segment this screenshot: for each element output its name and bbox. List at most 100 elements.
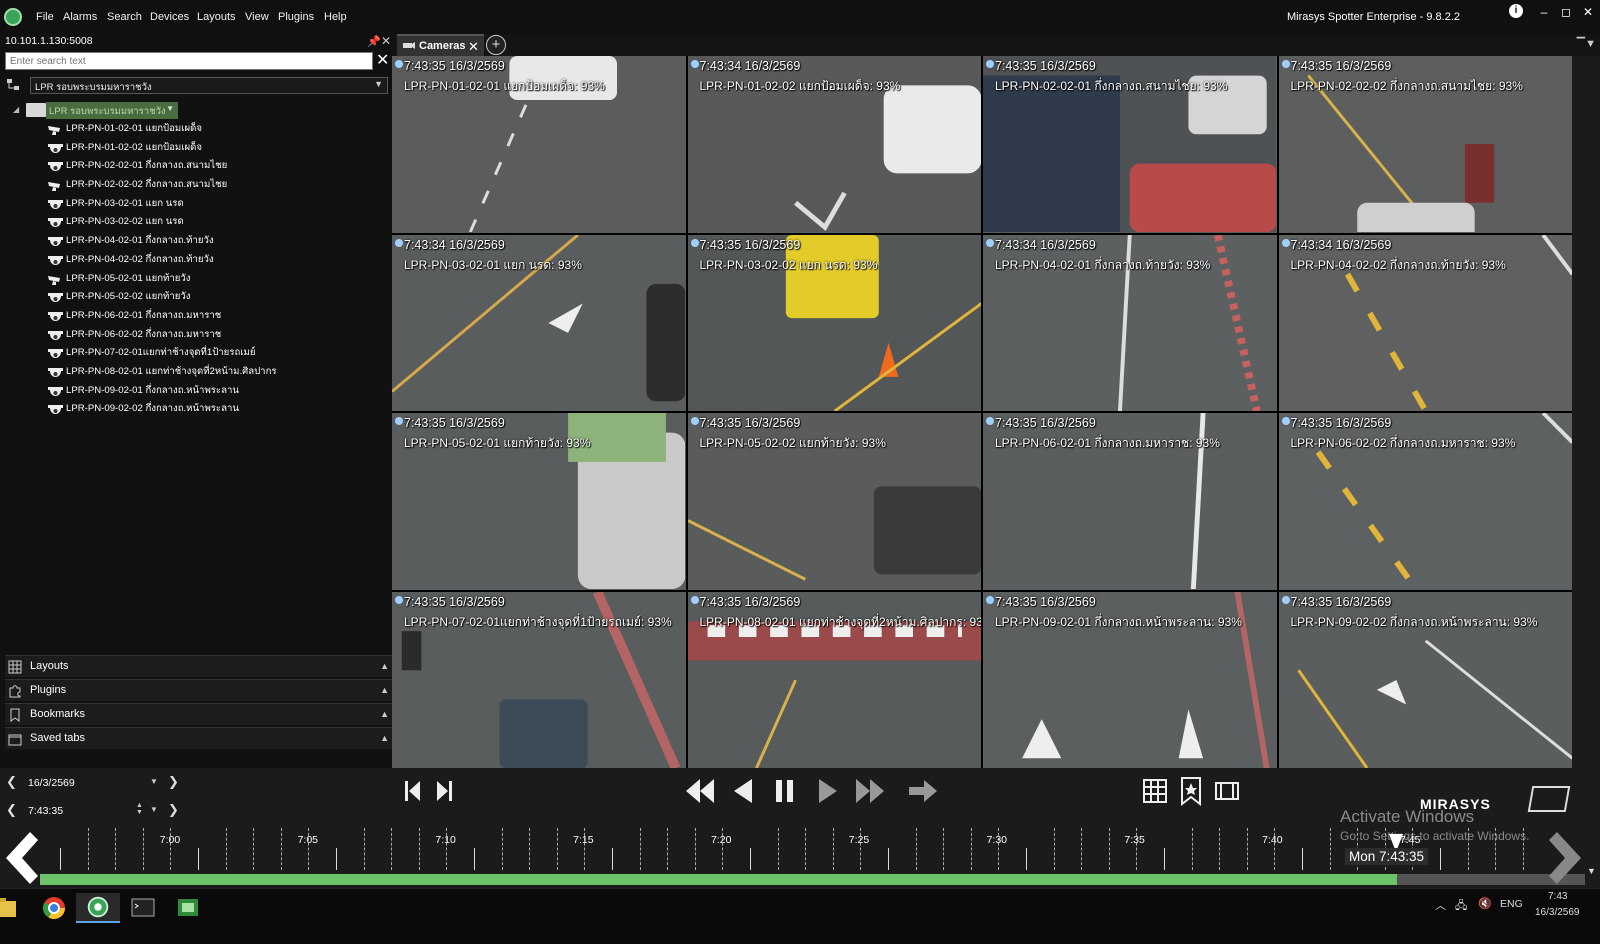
close-tab-icon[interactable]: ✕ xyxy=(468,39,479,55)
green-app-icon[interactable] xyxy=(166,893,210,923)
section-plugins[interactable]: Plugins ▲ xyxy=(5,679,393,701)
section-bookmarks[interactable]: Bookmarks ▲ xyxy=(5,703,393,725)
menu-devices[interactable]: Devices xyxy=(150,11,189,23)
tab-cameras[interactable]: Cameras ✕ xyxy=(397,34,484,56)
camera-item[interactable]: LPR-PN-01-02-02 แยกป้อมเผด็จ xyxy=(45,140,385,159)
prev-frame-button[interactable] xyxy=(400,776,434,806)
menu-file[interactable]: File xyxy=(36,11,54,23)
timeline[interactable]: 7:00 7:05 7:10 7:15 7:20 7:25 7:30 7:35 7:40 7:45… xyxy=(0,826,1600,886)
chevron-up-icon[interactable]: ︿ xyxy=(1435,897,1446,913)
time-prev-icon[interactable]: ❮ xyxy=(6,802,17,818)
tree-view-icon[interactable] xyxy=(6,78,20,92)
menu-search[interactable]: Search xyxy=(107,11,142,23)
timeline-back-icon[interactable] xyxy=(0,830,42,886)
fast-rewind-button[interactable] xyxy=(683,776,717,806)
video-tile[interactable]: 7:43:35 16/3/2569 LPR-PN-09-02-02 กึ่งกลา… xyxy=(1278,591,1572,768)
video-tile[interactable]: 7:43:35 16/3/2569 LPR-PN-02-02-02 กึ่งกลา… xyxy=(1278,56,1572,233)
video-camera-label: LPR-PN-02-02-01 กึ่งกลางถ.สนามไชย: 93% xyxy=(995,79,1228,93)
camera-item[interactable]: LPR-PN-09-02-02 กึ่งกลางถ.หน้าพระลาน xyxy=(45,401,385,420)
go-live-button[interactable] xyxy=(906,776,940,806)
next-frame-button[interactable] xyxy=(432,776,466,806)
mirasys-spotter-icon[interactable] xyxy=(76,893,120,923)
date-prev-icon[interactable]: ❮ xyxy=(6,774,17,790)
camera-item[interactable]: LPR-PN-09-02-01 กึ่งกลางถ.หน้าพระลาน xyxy=(45,383,385,402)
camera-item[interactable]: LPR-PN-02-02-01 กึ่งกลางถ.สนามไชย xyxy=(45,158,385,177)
date-field[interactable]: 16/3/2569 xyxy=(28,777,75,789)
video-tile[interactable]: 7:43:35 16/3/2569 LPR-PN-08-02-01 แยกท่าช… xyxy=(687,591,981,768)
camera-item[interactable]: LPR-PN-05-02-01 แยกท้ายวัง xyxy=(45,271,385,290)
group-select[interactable]: LPR รอบพระบรมมหาราชวัง ▼ xyxy=(30,77,388,94)
chevron-down-icon[interactable]: ▼ xyxy=(150,777,158,786)
play-button[interactable] xyxy=(811,776,845,806)
collapse-icon[interactable]: ◢ xyxy=(13,105,19,114)
language-indicator[interactable]: ENG xyxy=(1500,898,1523,910)
camera-item[interactable]: LPR-PN-03-02-01 แยก นรด xyxy=(45,196,385,215)
chrome-icon[interactable] xyxy=(32,893,76,923)
fullscreen-button[interactable] xyxy=(1210,776,1244,806)
clear-search-icon[interactable]: ✕ xyxy=(376,50,389,70)
camera-item[interactable]: LPR-PN-04-02-01 กึ่งกลางถ.ท้ายวัง xyxy=(45,233,385,252)
camera-item[interactable]: LPR-PN-08-02-01 แยกท่าช้างจุดที่2หน้าม.ศ… xyxy=(45,364,385,383)
video-tile[interactable]: 7:43:35 16/3/2569 LPR-PN-05-02-01 แยกท้าย… xyxy=(392,413,686,590)
menu-view[interactable]: View xyxy=(245,11,269,23)
section-layouts[interactable]: Layouts ▲ xyxy=(5,655,393,677)
video-tile[interactable]: 7:43:34 16/3/2569 LPR-PN-04-02-02 กึ่งกลา… xyxy=(1278,234,1572,411)
menu-plugins[interactable]: Plugins xyxy=(278,11,314,23)
camera-item[interactable]: LPR-PN-06-02-01 กึ่งกลางถ.มหาราช xyxy=(45,308,385,327)
timeline-major-tick xyxy=(1164,848,1165,870)
camera-item[interactable]: LPR-PN-05-02-02 แยกท้ายวัง xyxy=(45,289,385,308)
camera-item[interactable]: LPR-PN-04-02-02 กึ่งกลางถ.ท้ายวัง xyxy=(45,252,385,271)
clock-time[interactable]: 7:43 xyxy=(1548,891,1567,902)
video-tile[interactable]: 7:43:35 16/3/2569 LPR-PN-06-02-01 กึ่งกลา… xyxy=(983,413,1277,590)
video-tile[interactable]: 7:43:35 16/3/2569 LPR-PN-01-02-01 แยกป้อม… xyxy=(392,56,686,233)
time-spinner-icon[interactable]: ▲ ▼ xyxy=(136,802,143,816)
video-tile[interactable]: 7:43:34 16/3/2569 LPR-PN-03-02-01 แยก นรด… xyxy=(392,234,686,411)
info-icon[interactable]: i xyxy=(1509,4,1523,18)
camera-item[interactable]: LPR-PN-01-02-01 แยกป้อมเผด็จ xyxy=(45,121,385,140)
pause-button[interactable] xyxy=(768,776,802,806)
terminal-icon[interactable] xyxy=(121,893,165,923)
clock-date[interactable]: 16/3/2569 xyxy=(1535,907,1580,918)
tab-overflow-icon[interactable]: ▔▼ xyxy=(1577,37,1596,50)
camera-label: LPR-PN-03-02-01 แยก นรด xyxy=(66,197,184,209)
camera-item[interactable]: LPR-PN-02-02-02 กึ่งกลางถ.สนามไชย xyxy=(45,177,385,196)
video-tile[interactable]: 7:43:35 16/3/2569 LPR-PN-02-02-01 กึ่งกลา… xyxy=(983,56,1277,233)
fast-forward-button[interactable] xyxy=(853,776,887,806)
video-tile[interactable]: 7:43:35 16/3/2569 LPR-PN-09-02-01 กึ่งกลา… xyxy=(983,591,1277,768)
pin-icon[interactable]: 📌 xyxy=(367,35,381,48)
video-tile[interactable]: 7:43:35 16/3/2569 LPR-PN-03-02-02 แยก นรด… xyxy=(687,234,981,411)
minimize-button[interactable]: – xyxy=(1536,5,1552,19)
play-reverse-button[interactable] xyxy=(726,776,760,806)
video-tile[interactable]: 7:43:35 16/3/2569 LPR-PN-06-02-02 กึ่งกลา… xyxy=(1278,413,1572,590)
taskbar: ︿ 🖧 🔇 ENG 7:43 16/3/2569 xyxy=(0,888,1600,944)
menu-layouts[interactable]: Layouts xyxy=(197,11,236,23)
video-tile[interactable]: 7:43:35 16/3/2569 LPR-PN-05-02-02 แยกท้าย… xyxy=(687,413,981,590)
add-tab-button[interactable]: + xyxy=(486,35,506,55)
camera-item[interactable]: LPR-PN-03-02-02 แยก นรด xyxy=(45,214,385,233)
volume-muted-icon[interactable]: 🔇 xyxy=(1478,897,1492,910)
chevron-down-icon[interactable]: ▼ xyxy=(150,805,158,814)
bookmark-button[interactable] xyxy=(1174,776,1208,807)
timeline-forward-icon[interactable] xyxy=(1545,830,1587,886)
section-label: Saved tabs xyxy=(30,732,86,744)
video-timestamp: 7:43:34 16/3/2569 xyxy=(1290,237,1392,252)
close-icon[interactable]: ✕ xyxy=(381,34,391,48)
layout-grid-button[interactable] xyxy=(1138,776,1172,806)
date-next-icon[interactable]: ❯ xyxy=(168,774,179,790)
section-saved-tabs[interactable]: Saved tabs ▲ xyxy=(5,727,393,749)
menu-alarms[interactable]: Alarms xyxy=(63,11,97,23)
menu-help[interactable]: Help xyxy=(324,11,347,23)
video-tile[interactable]: 7:43:35 16/3/2569 LPR-PN-07-02-01แยกท่าช้… xyxy=(392,591,686,768)
time-field[interactable]: 7:43:35 xyxy=(28,805,63,817)
tree-root-node[interactable]: LPR รอบพระบรมมหาราชวัง ▼ xyxy=(46,102,178,119)
network-icon[interactable]: 🖧 xyxy=(1455,897,1467,916)
chevron-down-icon[interactable]: ▼ xyxy=(1587,866,1596,876)
camera-item[interactable]: LPR-PN-07-02-01แยกท่าช้างจุดที่1ป้ายรถเม… xyxy=(45,345,385,364)
camera-item[interactable]: LPR-PN-06-02-02 กึ่งกลางถ.มหาราช xyxy=(45,327,385,346)
video-tile[interactable]: 7:43:34 16/3/2569 LPR-PN-01-02-02 แยกป้อม… xyxy=(687,56,981,233)
time-next-icon[interactable]: ❯ xyxy=(168,802,179,818)
close-window-button[interactable]: ✕ xyxy=(1580,5,1596,19)
maximize-button[interactable]: ◻ xyxy=(1558,5,1574,19)
video-tile[interactable]: 7:43:34 16/3/2569 LPR-PN-04-02-01 กึ่งกลา… xyxy=(983,234,1277,411)
search-input[interactable] xyxy=(5,52,373,70)
